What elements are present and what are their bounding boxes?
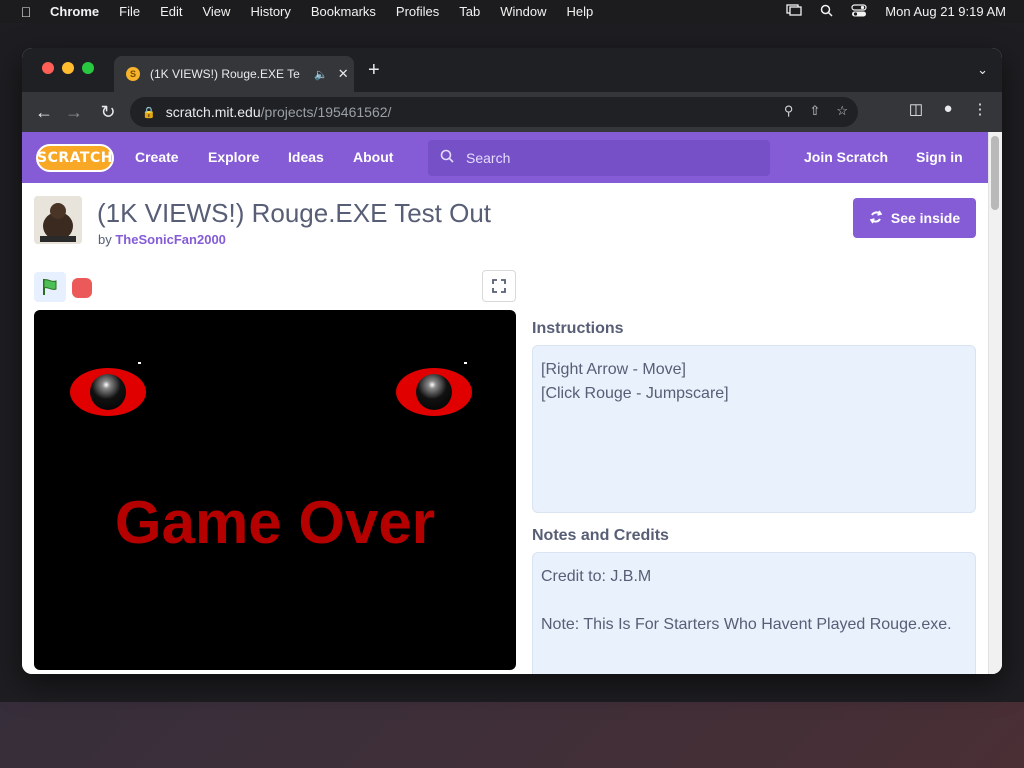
project-byline: by TheSonicFan2000	[98, 232, 226, 247]
minimize-window-button[interactable]	[62, 62, 74, 74]
sign-in-link[interactable]: Sign in	[916, 149, 963, 165]
notes-text: Credit to: J.B.M Note: This Is For Start…	[532, 552, 976, 674]
menubar-clock[interactable]: Mon Aug 21 9:19 AM	[885, 4, 1006, 19]
green-flag-icon	[43, 279, 57, 295]
menubar-status-area: Mon Aug 21 9:19 AM	[786, 0, 1006, 23]
stop-button[interactable]	[72, 278, 92, 298]
chrome-menu-icon[interactable]: ⋮	[970, 100, 990, 118]
byline-prefix: by	[98, 232, 112, 247]
close-window-button[interactable]	[42, 62, 54, 74]
author-link[interactable]: TheSonicFan2000	[115, 232, 226, 247]
tab-search-chevron-icon[interactable]: ⌄	[977, 62, 988, 78]
scratch-favicon-icon: S	[126, 67, 140, 81]
apple-icon[interactable]: 	[18, 4, 34, 20]
menu-bookmarks[interactable]: Bookmarks	[311, 4, 376, 19]
search-icon	[440, 149, 454, 167]
forward-arrow-icon[interactable]: →	[62, 100, 86, 124]
menu-tab[interactable]: Tab	[459, 4, 480, 19]
browser-window: S (1K VIEWS!) Rouge.EXE Te 🔈 ✕ + ⌄ ← → ↻…	[22, 48, 1002, 674]
left-red-eye	[70, 368, 146, 416]
scratch-navbar: SCRATCH Create Explore Ideas About Join …	[22, 132, 988, 183]
nav-explore[interactable]: Explore	[208, 149, 259, 165]
instructions-text: [Right Arrow - Move] [Click Rouge - Jump…	[532, 345, 976, 513]
author-avatar[interactable]	[34, 196, 82, 244]
project-stage[interactable]: Game Over	[34, 310, 516, 670]
search-bar	[428, 140, 770, 176]
control-center-icon[interactable]	[851, 3, 867, 20]
address-bar-actions: ⚲ ⇧ ☆	[784, 103, 848, 119]
menu-help[interactable]: Help	[567, 4, 594, 19]
project-title: (1K VIEWS!) Rouge.EXE Test Out	[97, 198, 492, 228]
menu-edit[interactable]: Edit	[160, 4, 182, 19]
left-pupil	[90, 374, 126, 410]
share-icon[interactable]: ⇧	[809, 103, 820, 119]
fullscreen-icon	[492, 279, 506, 293]
close-tab-icon[interactable]: ✕	[338, 66, 349, 82]
browser-tab[interactable]: S (1K VIEWS!) Rouge.EXE Te 🔈 ✕	[114, 56, 354, 92]
lock-icon[interactable]: 🔒	[142, 106, 156, 119]
nav-about[interactable]: About	[353, 149, 393, 165]
menu-profiles[interactable]: Profiles	[396, 4, 439, 19]
see-inside-label: See inside	[890, 210, 961, 226]
instructions-heading: Instructions	[532, 320, 624, 337]
nav-create[interactable]: Create	[135, 149, 179, 165]
right-red-eye	[396, 368, 472, 416]
profile-icon[interactable]: ●	[938, 100, 958, 117]
menu-window[interactable]: Window	[500, 4, 546, 19]
browser-toolbar: ← → ↻ 🔒 scratch.mit.edu/projects/1954615…	[22, 92, 1002, 132]
menu-bar:  Chrome File Edit View History Bookmark…	[0, 0, 1024, 23]
tab-strip: S (1K VIEWS!) Rouge.EXE Te 🔈 ✕ + ⌄	[22, 48, 1002, 92]
menu-file[interactable]: File	[119, 4, 140, 19]
join-scratch-link[interactable]: Join Scratch	[804, 149, 888, 165]
reload-icon[interactable]: ↻	[96, 100, 120, 124]
web-page: SCRATCH Create Explore Ideas About Join …	[22, 132, 1002, 674]
spotlight-search-icon[interactable]	[820, 4, 833, 20]
menu-view[interactable]: View	[202, 4, 230, 19]
scrollbar-thumb[interactable]	[991, 136, 999, 210]
url-path: /projects/195461562/	[260, 104, 392, 120]
audio-playing-icon[interactable]: 🔈	[314, 68, 328, 81]
new-tab-button[interactable]: +	[368, 59, 380, 82]
notes-heading: Notes and Credits	[532, 527, 669, 544]
side-panel-icon[interactable]: ◫	[906, 100, 926, 118]
search-input[interactable]	[466, 150, 746, 166]
menu-history[interactable]: History	[250, 4, 290, 19]
stage-speck	[464, 362, 467, 364]
back-arrow-icon[interactable]: ←	[32, 100, 56, 124]
tab-title: (1K VIEWS!) Rouge.EXE Te	[150, 67, 300, 81]
scratch-logo[interactable]: SCRATCH	[36, 144, 114, 172]
see-inside-button[interactable]: See inside	[853, 198, 976, 238]
screen-mirror-icon[interactable]	[786, 4, 802, 19]
menu-app-name[interactable]: Chrome	[50, 4, 99, 19]
stage-speck	[138, 362, 141, 364]
green-flag-button[interactable]	[34, 272, 66, 302]
nav-ideas[interactable]: Ideas	[288, 149, 324, 165]
page-scrollbar[interactable]	[988, 132, 1002, 674]
address-bar[interactable]: 🔒 scratch.mit.edu/projects/195461562/ ⚲ …	[130, 97, 858, 127]
url-host: scratch.mit.edu	[165, 104, 261, 120]
zoom-window-button[interactable]	[82, 62, 94, 74]
fullscreen-button[interactable]	[482, 270, 516, 302]
zoom-search-icon[interactable]: ⚲	[784, 103, 794, 119]
bookmark-star-icon[interactable]: ☆	[836, 103, 848, 119]
right-pupil	[416, 374, 452, 410]
game-over-text: Game Over	[114, 489, 436, 556]
remix-arrows-icon	[869, 210, 883, 227]
